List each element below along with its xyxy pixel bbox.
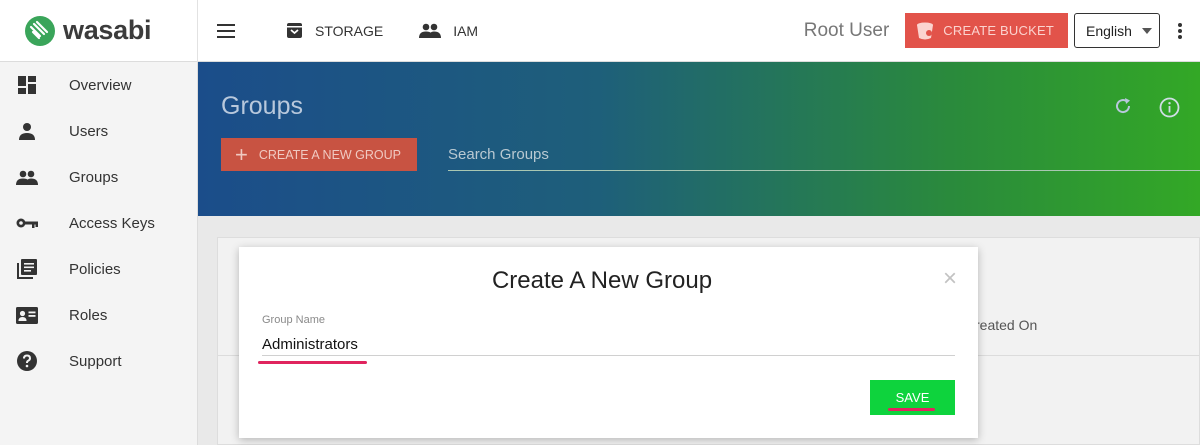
column-header-created-on[interactable]: reated On [975,317,1037,333]
info-button[interactable] [1159,97,1180,123]
group-icon [16,166,38,188]
close-icon[interactable]: × [943,267,957,291]
sidebar: Overview Users Groups Access Keys Polici… [0,62,198,445]
sidebar-item-label: Support [69,352,122,370]
refresh-button[interactable] [1114,97,1132,120]
create-bucket-label: CREATE BUCKET [943,23,1054,38]
help-icon [16,350,38,372]
nav-tab-iam[interactable]: IAM [401,0,496,62]
page-title: Groups [221,92,303,120]
sidebar-item-roles[interactable]: Roles [0,292,197,338]
annotation-underline [258,361,367,364]
sidebar-item-groups[interactable]: Groups [0,154,197,200]
storage-icon [287,23,302,38]
create-new-group-label: CREATE A NEW GROUP [258,147,402,162]
logo[interactable]: wasabi [0,0,198,62]
sidebar-item-label: Access Keys [69,214,155,232]
dropdown-arrow-icon [1142,27,1152,34]
group-name-input[interactable] [262,333,955,356]
sidebar-item-policies[interactable]: Policies [0,246,197,292]
people-icon [419,23,442,38]
sidebar-item-label: Groups [69,168,119,186]
sidebar-item-label: Roles [69,306,108,324]
search-groups-field [448,138,1200,171]
create-bucket-button[interactable]: CREATE BUCKET [905,13,1068,48]
logo-text: wasabi [63,15,152,45]
search-groups-input[interactable] [448,138,1200,170]
page-header-banner: Groups + CREATE A NEW GROUP [198,62,1200,216]
nav-tab-storage-label: STORAGE [315,22,384,39]
sidebar-item-users[interactable]: Users [0,108,197,154]
sidebar-item-label: Overview [69,76,132,94]
nav-tab-storage[interactable]: STORAGE [268,0,401,62]
sidebar-item-label: Users [69,122,109,140]
plus-icon: + [235,141,248,167]
sidebar-item-support[interactable]: Support [0,338,197,384]
id-card-icon [16,304,38,326]
refresh-icon [1116,98,1131,114]
group-name-label: Group Name [262,314,325,326]
hamburger-icon [217,23,235,38]
wasabi-logo-icon [25,15,55,46]
language-value: English [1086,22,1132,39]
person-icon [16,120,38,142]
dialog-title: Create A New Group [491,267,713,294]
key-icon [16,212,38,234]
sidebar-item-access-keys[interactable]: Access Keys [0,200,197,246]
more-options-button[interactable] [1160,0,1200,62]
language-select[interactable]: English [1074,13,1160,48]
user-label[interactable]: Root User [804,20,890,42]
topbar-right: Root User CREATE BUCKET English [804,0,1200,62]
sidebar-item-label: Policies [69,260,121,278]
nav-tab-iam-label: IAM [453,22,479,39]
dashboard-icon [16,74,38,96]
sidebar-item-overview[interactable]: Overview [0,62,197,108]
library-icon [16,258,38,280]
bucket-icon [917,22,934,40]
kebab-menu-icon [1178,22,1182,39]
annotation-underline [888,408,935,411]
menu-button[interactable] [202,0,250,62]
info-icon [1159,97,1180,118]
top-bar: wasabi STORAGE IAM Root User CREATE BUCK… [0,0,1200,62]
create-new-group-button[interactable]: + CREATE A NEW GROUP [221,138,417,171]
create-group-dialog: Create A New Group × Group Name SAVE [239,247,978,438]
